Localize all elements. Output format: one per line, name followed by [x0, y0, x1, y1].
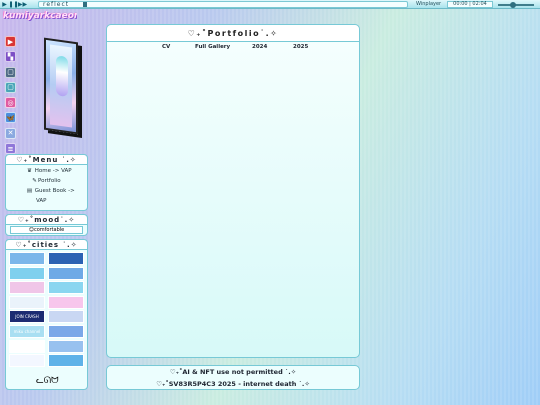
menu-item-vap-label: VAP — [36, 198, 47, 204]
monitor-artwork — [44, 37, 78, 135]
track-title: reflect — [43, 1, 70, 8]
footer-copyright: ♡₊˚SV83R5P4C3 2025 - internet death ˙.✧ — [156, 380, 310, 388]
volume-slider[interactable] — [498, 2, 534, 8]
app-icon-2[interactable]: ▢ — [5, 81, 16, 93]
mood-panel: ♡₊˚mood˙.✧ ☺comfortable — [5, 214, 88, 236]
menu-item-guestbook[interactable]: ▤ Guest Book -> — [26, 186, 87, 196]
city-button[interactable] — [48, 310, 84, 324]
pause-icon[interactable]: ❚❚ — [8, 0, 18, 9]
tab-full-gallery[interactable]: Full Gallery — [195, 44, 230, 50]
youtube-icon[interactable]: ▶ — [5, 36, 16, 47]
character-figure — [56, 55, 68, 97]
footer-panel: ♡₊˚AI & NFT use not permitted ˙.✧ ♡₊˚SV8… — [106, 365, 360, 390]
portfolio-title: ♡₊˚Portfolio˙.✧ — [107, 25, 359, 42]
player-app-name: Winplayer — [416, 1, 442, 7]
site-logo[interactable]: kumiyarkcaeon — [3, 11, 77, 23]
app-icon[interactable]: ▢ — [5, 66, 16, 78]
x-icon[interactable]: ✕ — [5, 127, 16, 139]
cat-icon[interactable]: ≡ — [5, 143, 16, 155]
city-button[interactable] — [48, 266, 84, 280]
menu-item-home-label: Home -> VAP — [34, 168, 72, 174]
menu-panel: ♡₊˚Menu ˙.✧ ♛ Home -> VAP ✎Portfolio ▤ G… — [5, 154, 88, 211]
city-button[interactable] — [48, 325, 84, 338]
seek-knob[interactable] — [83, 2, 88, 7]
city-button[interactable] — [48, 354, 84, 368]
menu-item-portfolio-label: Portfolio — [38, 178, 61, 184]
twitch-icon[interactable]: ▚ — [5, 51, 16, 63]
pencil-icon: ✎ — [32, 178, 37, 184]
cat-icon: ᓚᘏᗢ — [36, 376, 59, 386]
city-button[interactable] — [48, 295, 84, 309]
tab-cv[interactable]: CV — [162, 44, 170, 50]
portfolio-tabs: CV Full Gallery 2024 2025 — [107, 44, 359, 56]
footer-notice: ♡₊˚AI & NFT use not permitted ˙.✧ — [169, 368, 297, 376]
menu-item-vap[interactable]: VAP — [26, 196, 87, 206]
menu-title: ♡₊˚Menu ˙.✧ — [6, 155, 87, 165]
mood-title: ♡₊˚mood˙.✧ — [6, 215, 87, 225]
city-button[interactable] — [9, 295, 45, 309]
menu-item-portfolio[interactable]: ✎Portfolio — [26, 176, 87, 186]
book-icon: ▤ — [26, 188, 33, 194]
city-button[interactable] — [9, 281, 45, 295]
portfolio-panel: ♡₊˚Portfolio˙.✧ CV Full Gallery 2024 202… — [106, 24, 360, 358]
city-button[interactable] — [48, 252, 84, 265]
bluesky-icon[interactable]: 🦋 — [5, 112, 16, 124]
menu-item-home[interactable]: ♛ Home -> VAP — [26, 166, 87, 176]
social-links: ▶ ▚ ▢ ▢ ◎ 🦋 ✕ ≡ — [5, 36, 17, 158]
city-button[interactable] — [9, 339, 45, 353]
tab-2024[interactable]: 2024 — [252, 44, 267, 50]
instagram-icon[interactable]: ◎ — [5, 97, 16, 109]
tab-2025[interactable]: 2025 — [293, 44, 308, 50]
next-icon[interactable]: ▶▶ — [18, 0, 27, 9]
menu-item-guestbook-label: Guest Book -> — [34, 188, 75, 194]
city-button[interactable] — [9, 354, 45, 368]
city-button[interactable] — [48, 281, 84, 295]
volume-knob[interactable] — [510, 2, 516, 8]
city-button[interactable]: JOIN CRASH — [9, 310, 45, 324]
cities-panel: ♡₊˚cities ˙.✧ JOIN CRASH miku channel ᓚᘏᗢ — [5, 239, 88, 390]
city-button[interactable] — [48, 339, 84, 353]
player-time: 00:00 | 02:04 — [447, 1, 493, 8]
city-button[interactable]: miku channel — [9, 325, 45, 338]
mood-value: ☺comfortable — [10, 226, 83, 234]
music-player-bar: ▶ ❚❚ ▶▶ reflect Winplayer 00:00 | 02:04 — [0, 0, 540, 9]
city-button[interactable] — [9, 266, 45, 280]
cities-button-grid: JOIN CRASH miku channel — [9, 252, 86, 370]
crown-icon: ♛ — [27, 168, 32, 174]
cities-title: ♡₊˚cities ˙.✧ — [6, 240, 87, 250]
track-seek-bar[interactable]: reflect — [38, 1, 408, 8]
city-button[interactable] — [9, 252, 45, 265]
